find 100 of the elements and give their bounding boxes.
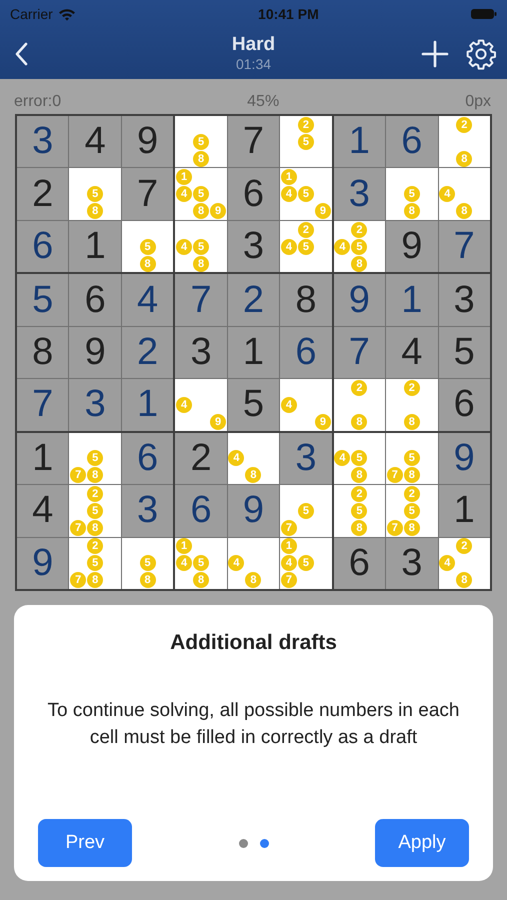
number-cell[interactable]: 3 <box>17 116 68 168</box>
number-cell[interactable]: 8 <box>280 274 332 326</box>
add-button[interactable] <box>421 40 449 68</box>
number-cell[interactable]: 6 <box>175 485 227 537</box>
settings-button[interactable] <box>465 38 497 70</box>
draft-mark: 5 <box>298 555 314 572</box>
draft-mark: 2 <box>404 380 420 396</box>
number-cell[interactable]: 5 <box>438 326 490 378</box>
draft-mark: 1 <box>176 538 192 554</box>
number-cell[interactable]: 6 <box>122 432 174 484</box>
page-dot[interactable] <box>260 838 268 848</box>
number-cell[interactable]: 6 <box>386 116 438 168</box>
draft-mark: 7 <box>280 572 297 588</box>
number-cell[interactable]: 1 <box>69 220 121 272</box>
draft-mark: 2 <box>456 116 472 133</box>
number-cell[interactable]: 3 <box>280 432 332 484</box>
number-cell[interactable]: 3 <box>69 379 121 431</box>
number-cell[interactable]: 3 <box>175 326 227 378</box>
number-cell[interactable]: 7 <box>228 116 280 168</box>
number-cell[interactable]: 5 <box>17 274 68 326</box>
draft-mark: 4 <box>176 186 192 202</box>
number-cell[interactable]: 7 <box>334 326 386 378</box>
page-dot[interactable] <box>238 838 248 848</box>
number-cell[interactable]: 1 <box>386 274 438 326</box>
draft-mark: 5 <box>404 450 420 466</box>
prev-button[interactable]: Prev <box>38 819 132 867</box>
draft-mark: 7 <box>70 572 86 588</box>
draft-mark: 2 <box>404 486 420 502</box>
number-cell[interactable]: 6 <box>334 538 386 589</box>
number-cell[interactable]: 9 <box>334 274 386 326</box>
number-cell[interactable]: 7 <box>438 220 490 272</box>
number-cell[interactable]: 2 <box>175 432 227 484</box>
number-cell[interactable]: 4 <box>17 485 68 537</box>
draft-mark: 8 <box>404 467 420 484</box>
number-cell[interactable]: 5 <box>228 379 280 431</box>
draft-mark: 8 <box>193 150 210 167</box>
number-cell[interactable]: 7 <box>175 274 227 326</box>
draft-mark: 8 <box>456 203 472 220</box>
draft-mark: 8 <box>456 150 472 167</box>
draft-mark: 7 <box>280 520 297 536</box>
number-cell[interactable]: 9 <box>122 116 174 168</box>
carrier-label: Carrier <box>10 6 53 22</box>
draft-mark: 2 <box>298 116 314 133</box>
draft-mark: 4 <box>280 186 297 202</box>
draft-mark: 8 <box>351 520 368 536</box>
number-cell[interactable]: 6 <box>228 168 280 220</box>
timer-label: 01:34 <box>236 56 272 72</box>
battery-icon <box>470 8 497 20</box>
offset-label: 0px <box>465 93 491 111</box>
draft-mark: 8 <box>87 203 104 220</box>
draft-mark: 2 <box>298 222 314 238</box>
number-cell[interactable]: 3 <box>438 274 490 326</box>
draft-mark: 4 <box>176 238 192 255</box>
number-cell[interactable]: 9 <box>228 485 280 537</box>
draft-mark: 5 <box>87 502 104 519</box>
number-cell[interactable]: 2 <box>228 274 280 326</box>
number-cell[interactable]: 8 <box>17 326 68 378</box>
number-cell[interactable]: 1 <box>122 379 174 431</box>
number-cell[interactable]: 6 <box>69 274 121 326</box>
back-button[interactable] <box>14 42 28 66</box>
draft-mark: 7 <box>386 467 403 484</box>
apply-button[interactable]: Apply <box>375 819 469 867</box>
draft-mark: 2 <box>351 486 368 502</box>
draft-mark: 5 <box>298 134 314 150</box>
number-cell[interactable]: 9 <box>386 220 438 272</box>
number-cell[interactable]: 2 <box>122 326 174 378</box>
draft-mark: 5 <box>298 186 314 202</box>
number-cell[interactable]: 2 <box>17 168 68 220</box>
number-cell[interactable]: 6 <box>17 220 68 272</box>
number-cell[interactable]: 3 <box>334 168 386 220</box>
error-count: error:0 <box>14 93 62 111</box>
number-cell[interactable]: 3 <box>228 220 280 272</box>
draft-mark: 5 <box>193 555 210 572</box>
draft-mark: 8 <box>404 203 420 220</box>
number-cell[interactable]: 1 <box>228 326 280 378</box>
number-cell[interactable]: 6 <box>280 326 332 378</box>
draft-mark: 7 <box>386 520 403 536</box>
number-cell[interactable]: 4 <box>122 274 174 326</box>
dialog-message: To continue solving, all possible numbers in each cell must be filled in correctly as a draft <box>46 699 460 750</box>
draft-mark: 4 <box>228 555 244 572</box>
number-cell[interactable]: 1 <box>17 432 68 484</box>
number-cell[interactable]: 7 <box>122 168 174 220</box>
draft-mark: 4 <box>280 396 297 413</box>
draft-mark: 8 <box>245 467 262 484</box>
number-cell[interactable]: 3 <box>386 538 438 589</box>
number-cell[interactable]: 4 <box>386 326 438 378</box>
draft-mark: 5 <box>298 238 314 255</box>
number-cell[interactable]: 1 <box>438 485 490 537</box>
number-cell[interactable]: 7 <box>17 379 68 431</box>
number-cell[interactable]: 1 <box>334 116 386 168</box>
draft-mark: 8 <box>245 572 262 588</box>
number-cell[interactable]: 9 <box>69 326 121 378</box>
number-cell[interactable]: 9 <box>17 538 68 589</box>
number-cell[interactable]: 6 <box>438 379 490 431</box>
draft-mark: 5 <box>87 450 104 466</box>
draft-mark: 8 <box>193 256 210 272</box>
draft-mark: 2 <box>87 486 104 502</box>
number-cell[interactable]: 3 <box>122 485 174 537</box>
number-cell[interactable]: 9 <box>438 432 490 484</box>
number-cell[interactable]: 4 <box>69 116 121 168</box>
